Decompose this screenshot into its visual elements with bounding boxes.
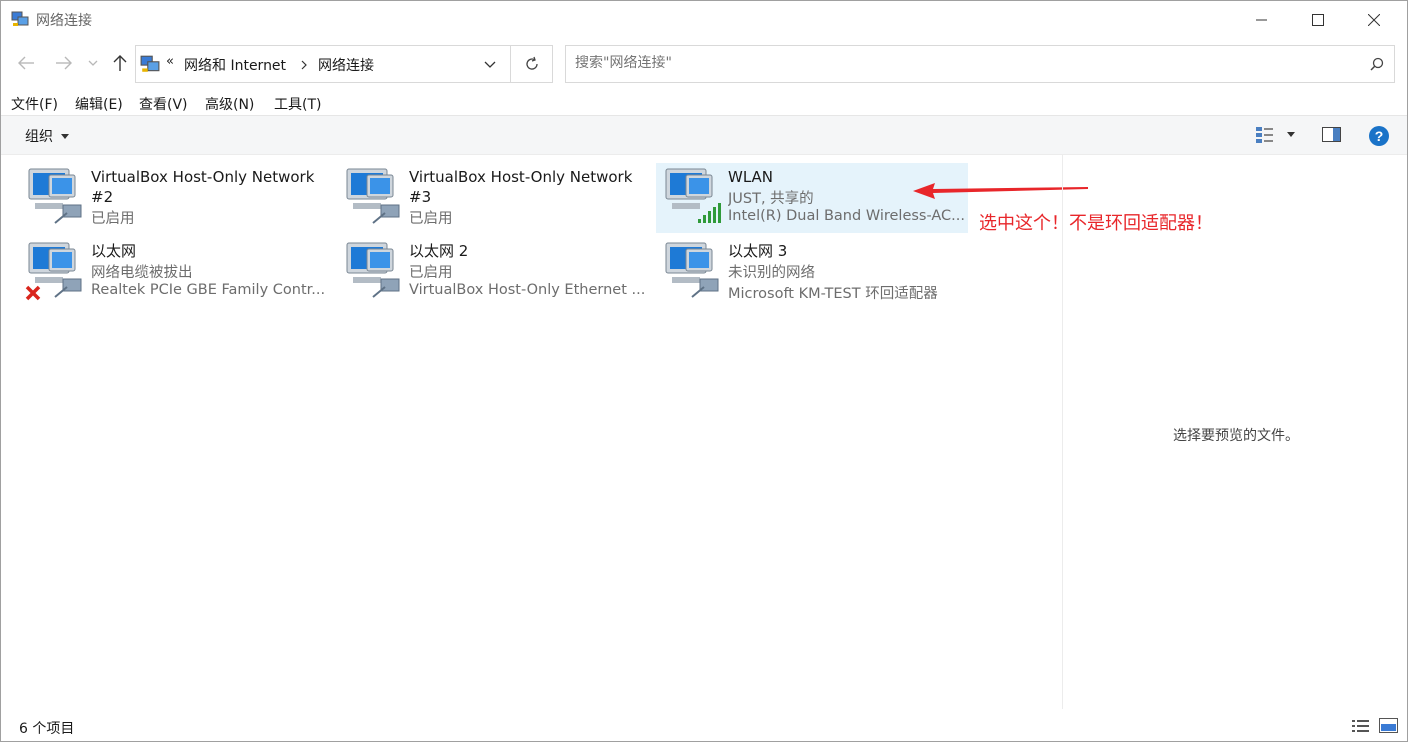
details-view-icon bbox=[1352, 720, 1369, 732]
ethernet-icon bbox=[28, 168, 82, 224]
preview-pane: 选择要预览的文件。 bbox=[1062, 155, 1408, 709]
connections-list: VirtualBox Host-Only Network #2 已启用 Virt… bbox=[1, 155, 1088, 709]
connection-ethernet[interactable]: 以太网 网络电缆被拔出 Realtek PCIe GBE Family Cont… bbox=[19, 237, 331, 307]
menu-file[interactable]: 文件(F) bbox=[11, 94, 58, 114]
status-bar: 6 个项目 bbox=[1, 709, 1407, 741]
explorer-window: 网络连接 « 网络和 Internet 网络连接 搜索"网络连接" 文件(F) … bbox=[0, 0, 1408, 742]
connection-ethernet-2[interactable]: 以太网 2 已启用 VirtualBox Host-Only Ethernet … bbox=[337, 237, 649, 307]
connection-ethernet-3[interactable]: 以太网 3 未识别的网络 Microsoft KM-TEST 环回适配器 bbox=[656, 237, 968, 307]
breadcrumb-network-internet[interactable]: 网络和 Internet bbox=[184, 55, 286, 75]
large-icons-view-button[interactable] bbox=[1379, 718, 1399, 738]
organize-button[interactable]: 组织 bbox=[25, 126, 70, 146]
connection-status: 已启用 bbox=[409, 265, 453, 281]
connection-device: VirtualBox Host-Only Ethernet ... bbox=[409, 282, 645, 298]
up-button[interactable] bbox=[108, 51, 132, 75]
connection-name: VirtualBox Host-Only Network #3 bbox=[409, 168, 633, 206]
menu-edit[interactable]: 编辑(E) bbox=[75, 94, 123, 114]
address-bar[interactable]: « 网络和 Internet 网络连接 bbox=[135, 45, 511, 83]
caret-down-icon bbox=[1287, 132, 1295, 137]
chevron-down-icon bbox=[88, 60, 98, 66]
menu-tools[interactable]: 工具(T) bbox=[274, 94, 321, 114]
arrow-right-icon bbox=[56, 56, 72, 70]
wifi-icon bbox=[665, 168, 721, 223]
network-connections-icon bbox=[11, 11, 29, 26]
command-bar: 组织 ? bbox=[1, 115, 1407, 155]
maximize-button[interactable] bbox=[1295, 1, 1341, 39]
preview-pane-button[interactable] bbox=[1322, 127, 1342, 147]
preview-pane-icon bbox=[1322, 127, 1341, 142]
close-button[interactable] bbox=[1351, 1, 1397, 39]
view-options-icon bbox=[1256, 127, 1273, 143]
search-box[interactable] bbox=[565, 45, 1395, 83]
caret-down-icon bbox=[61, 134, 70, 139]
minimize-button[interactable] bbox=[1239, 1, 1285, 39]
title-bar: 网络连接 bbox=[1, 1, 1407, 39]
refresh-button[interactable] bbox=[511, 45, 553, 83]
connection-device: Realtek PCIe GBE Family Contr... bbox=[91, 282, 326, 298]
connection-status: 已启用 bbox=[91, 211, 135, 227]
forward-button[interactable] bbox=[52, 51, 76, 75]
back-button[interactable] bbox=[14, 51, 38, 75]
maximize-icon bbox=[1312, 14, 1324, 26]
connection-name: 以太网 bbox=[91, 242, 137, 260]
menu-advanced[interactable]: 高级(N) bbox=[205, 94, 254, 114]
tiles-view-icon bbox=[1379, 718, 1398, 733]
connection-name: 以太网 2 bbox=[409, 242, 469, 260]
connection-status: 网络电缆被拔出 bbox=[91, 265, 193, 281]
arrow-up-icon bbox=[113, 55, 127, 71]
ethernet-icon bbox=[346, 242, 400, 298]
change-view-button[interactable] bbox=[1255, 126, 1299, 146]
window-title: 网络连接 bbox=[36, 13, 92, 29]
breadcrumb-overflow[interactable]: « bbox=[166, 54, 174, 69]
search-input[interactable] bbox=[575, 55, 1355, 71]
preview-placeholder: 选择要预览的文件。 bbox=[1173, 428, 1299, 444]
organize-label: 组织 bbox=[25, 129, 53, 145]
help-icon: ? bbox=[1369, 126, 1389, 146]
breadcrumb-network-connections[interactable]: 网络连接 bbox=[318, 55, 374, 75]
menu-view[interactable]: 查看(V) bbox=[139, 94, 188, 114]
svg-text:?: ? bbox=[1375, 128, 1384, 144]
recent-locations-button[interactable] bbox=[83, 51, 103, 75]
item-count: 6 个项目 bbox=[19, 721, 75, 737]
search-icon[interactable] bbox=[1370, 57, 1384, 71]
connection-status: 未识别的网络 bbox=[728, 265, 815, 281]
refresh-icon bbox=[525, 56, 538, 70]
connection-name: 以太网 3 bbox=[728, 242, 788, 260]
connection-name: VirtualBox Host-Only Network #2 bbox=[91, 168, 315, 206]
chevron-right-icon[interactable] bbox=[300, 60, 308, 70]
connection-virtualbox-network-3[interactable]: VirtualBox Host-Only Network #3 已启用 bbox=[337, 163, 649, 233]
connection-device: Microsoft KM-TEST 环回适配器 bbox=[728, 286, 938, 302]
minimize-icon bbox=[1256, 19, 1267, 21]
ethernet-disconnected-icon bbox=[25, 242, 82, 301]
ethernet-icon bbox=[665, 242, 719, 298]
help-button[interactable]: ? bbox=[1368, 125, 1390, 151]
connection-virtualbox-network-2[interactable]: VirtualBox Host-Only Network #2 已启用 bbox=[19, 163, 331, 233]
connection-device: Intel(R) Dual Band Wireless-AC... bbox=[728, 208, 964, 224]
close-icon bbox=[1368, 14, 1380, 26]
details-view-button[interactable] bbox=[1351, 718, 1371, 738]
ethernet-icon bbox=[346, 168, 400, 224]
network-connections-icon bbox=[140, 55, 160, 72]
chevron-down-icon[interactable] bbox=[484, 61, 496, 69]
arrow-left-icon bbox=[18, 56, 34, 70]
connection-status: 已启用 bbox=[409, 211, 453, 227]
